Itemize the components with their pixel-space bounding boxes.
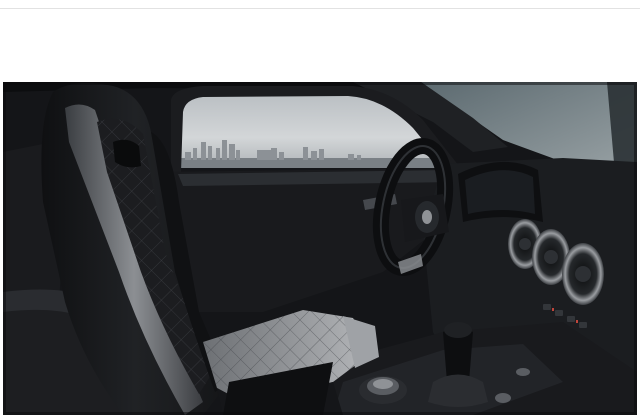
page	[0, 0, 640, 415]
car-interior-photo	[3, 82, 637, 415]
photo-illustration	[3, 82, 637, 415]
blank-header-space	[0, 9, 640, 82]
